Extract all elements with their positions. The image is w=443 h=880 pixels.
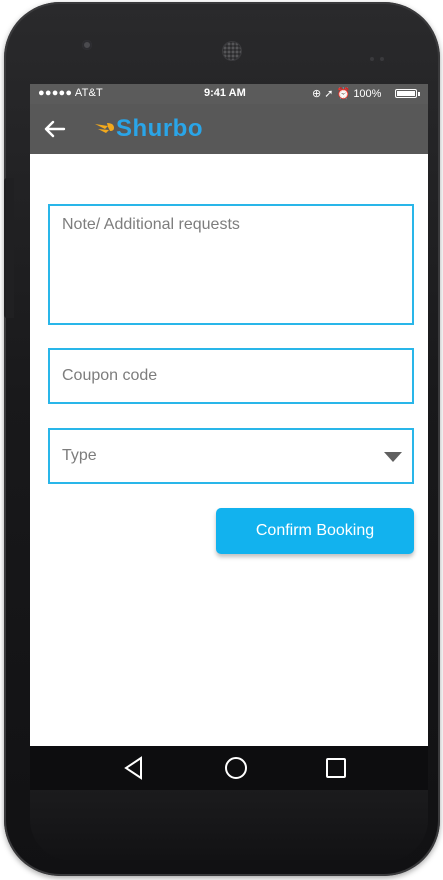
status-bar: ●●●●● AT&T 9:41 AM ⊕ ➚ ⏰ 100%	[30, 84, 428, 104]
arrow-left-icon[interactable]	[42, 116, 68, 142]
status-time: 9:41 AM	[204, 87, 246, 99]
confirm-booking-button[interactable]: Confirm Booking	[216, 508, 414, 554]
triangle-down-icon[interactable]	[384, 452, 402, 462]
coupon-code-input[interactable]: Coupon code	[48, 348, 414, 404]
android-nav-bar	[30, 746, 428, 790]
type-select[interactable]: Type	[48, 428, 414, 484]
app-logo: Shurbo	[94, 112, 203, 146]
front-camera	[82, 40, 92, 50]
phone-frame: ●●●●● AT&T 9:41 AM ⊕ ➚ ⏰ 100% Shurbo Not…	[4, 2, 440, 876]
nav-recents-icon[interactable]	[322, 754, 350, 782]
proximity-sensor	[370, 48, 392, 61]
coupon-placeholder: Coupon code	[62, 367, 158, 384]
carrier-label: ●●●●● AT&T	[38, 87, 103, 99]
type-placeholder: Type	[62, 447, 97, 464]
phone-chin	[30, 790, 428, 860]
logo-wing-icon	[95, 123, 114, 133]
screen: ●●●●● AT&T 9:41 AM ⊕ ➚ ⏰ 100% Shurbo Not…	[30, 84, 428, 790]
note-placeholder: Note/ Additional requests	[62, 216, 240, 233]
nav-home-icon[interactable]	[222, 754, 250, 782]
nav-back-icon[interactable]	[120, 754, 148, 782]
app-bar: Shurbo	[30, 104, 428, 154]
logo-text: Shurbo	[116, 115, 203, 142]
battery-percent: ⊕ ➚ ⏰ 100%	[312, 88, 382, 100]
side-button	[4, 178, 14, 318]
earpiece-speaker	[223, 42, 241, 60]
note-input[interactable]: Note/ Additional requests	[48, 204, 414, 325]
battery-icon	[395, 89, 420, 98]
